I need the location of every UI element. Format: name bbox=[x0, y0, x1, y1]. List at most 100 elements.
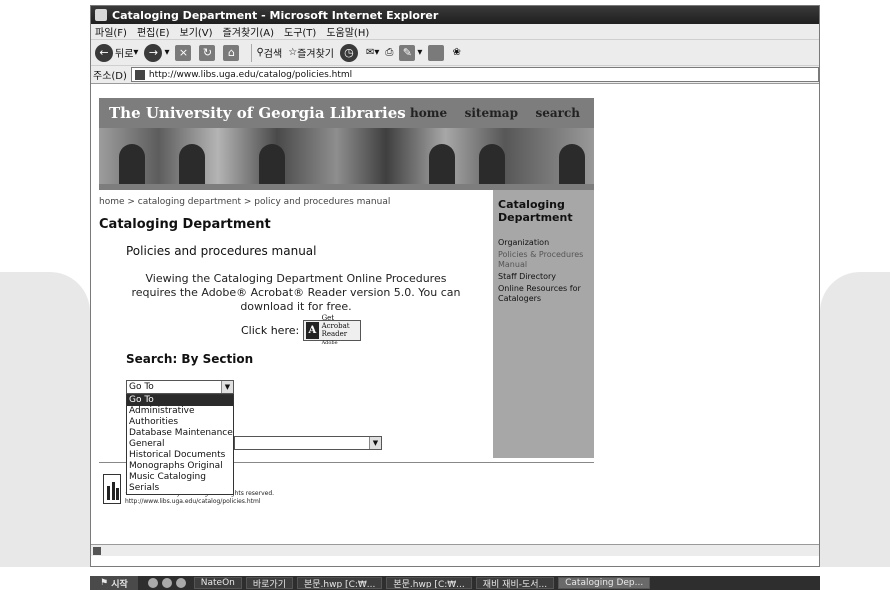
nav-sitemap-link[interactable]: sitemap bbox=[465, 106, 518, 120]
dropdown-option[interactable]: Authorities bbox=[127, 417, 233, 428]
menu-favorites[interactable]: 즐겨찾기(A) bbox=[223, 24, 274, 39]
badge-maker: Adobe bbox=[321, 340, 338, 346]
staff-photo-banner bbox=[99, 128, 594, 184]
sidebar-title: Cataloging Department bbox=[498, 198, 573, 224]
task-hwp-2[interactable]: 본문.hwp [C:₩... bbox=[386, 577, 472, 589]
discuss-icon bbox=[428, 44, 445, 61]
task-hwp-1[interactable]: 본문.hwp [C:₩... bbox=[297, 577, 383, 589]
library-title: The University of Georgia Libraries bbox=[109, 104, 406, 122]
dropdown-option[interactable]: Database Maintenance bbox=[127, 428, 233, 439]
menu-file[interactable]: 파일(F) bbox=[95, 24, 127, 39]
start-button[interactable]: ⚑ 시작 bbox=[90, 576, 138, 590]
toolbar-divider bbox=[251, 43, 253, 62]
messenger-button[interactable]: ❀ bbox=[452, 47, 460, 58]
goto-dropdown-list: Go To Administrative Authorities Databas… bbox=[126, 394, 234, 495]
forward-button[interactable]: → ▾ bbox=[144, 43, 169, 62]
messenger-icon: ❀ bbox=[452, 47, 461, 58]
search-icon: ⚲ bbox=[256, 47, 264, 58]
mail-icon: ✉ bbox=[365, 47, 375, 58]
staff-figure bbox=[429, 144, 455, 184]
chevron-down-icon[interactable]: ▾ bbox=[164, 47, 169, 58]
status-bar bbox=[91, 544, 819, 556]
dropdown-option[interactable]: Historical Documents bbox=[127, 450, 233, 461]
sidebar-link-online-resources[interactable]: Online Resources for Catalogers bbox=[498, 284, 589, 304]
history-icon: ◷ bbox=[339, 43, 358, 62]
task-library[interactable]: 재비 재비-도서... bbox=[475, 577, 555, 589]
edit-button[interactable]: ✎ ▾ bbox=[399, 44, 422, 61]
sidebar-link-organization[interactable]: Organization bbox=[498, 238, 589, 248]
task-shortcut[interactable]: 바로가기 bbox=[245, 577, 293, 589]
nav-home-link[interactable]: home bbox=[410, 106, 447, 120]
sidebar-link-staff-directory[interactable]: Staff Directory bbox=[498, 272, 589, 282]
edit-icon: ✎ bbox=[399, 44, 416, 61]
badge-product: Reader bbox=[321, 330, 348, 338]
refresh-icon: ↻ bbox=[199, 44, 216, 61]
sidebar-link-policies[interactable]: Policies & Procedures Manual bbox=[498, 250, 589, 270]
history-button[interactable]: ◷ bbox=[339, 43, 360, 62]
quicklaunch-desktop-icon[interactable] bbox=[161, 578, 172, 588]
chevron-down-icon[interactable]: ▾ bbox=[133, 47, 138, 58]
menu-view[interactable]: 보기(V) bbox=[180, 24, 213, 39]
windows-logo-icon: ⚑ bbox=[100, 578, 112, 588]
left-decor-panel bbox=[0, 272, 90, 567]
goto-select-value: Go To bbox=[129, 382, 154, 392]
breadcrumb[interactable]: home > cataloging department > policy an… bbox=[99, 197, 390, 207]
quicklaunch-ie-icon[interactable] bbox=[147, 578, 158, 588]
adobe-icon: A bbox=[306, 322, 319, 339]
favorites-label: 즐겨찾기 bbox=[297, 49, 334, 60]
dropdown-option[interactable]: Monographs Original bbox=[127, 461, 233, 472]
menu-help[interactable]: 도움말(H) bbox=[326, 24, 369, 39]
menu-tools[interactable]: 도구(T) bbox=[284, 24, 316, 39]
taskbar: ⚑ 시작 NateOn 바로가기 본문.hwp [C:₩... 본문.hwp [… bbox=[90, 576, 820, 590]
discuss-button[interactable] bbox=[428, 44, 446, 61]
click-here-label: Click here: bbox=[241, 324, 300, 337]
print-button[interactable]: ⎙ bbox=[385, 47, 393, 58]
home-icon: ⌂ bbox=[223, 44, 240, 61]
section-title: Policies and procedures manual bbox=[126, 244, 317, 258]
menu-bar: 파일(F) 편집(E) 보기(V) 즐겨찾기(A) 도구(T) 도움말(H) bbox=[91, 24, 819, 40]
task-cataloging[interactable]: Cataloging Dep... bbox=[558, 577, 651, 589]
quicklaunch-media-icon[interactable] bbox=[175, 578, 186, 588]
search-button[interactable]: ⚲ 검색 bbox=[256, 45, 282, 60]
search-label: 검색 bbox=[263, 49, 283, 60]
dropdown-option[interactable]: Music Cataloging bbox=[127, 472, 233, 483]
nav-search-link[interactable]: search bbox=[535, 106, 580, 120]
footer-url: http://www.libs.uga.edu/catalog/policies… bbox=[125, 498, 261, 505]
dropdown-option[interactable]: Serials bbox=[127, 483, 233, 494]
address-bar: 주소(D) http://www.libs.uga.edu/catalog/po… bbox=[91, 66, 819, 84]
back-label: 뒤로 bbox=[115, 49, 134, 60]
ie-icon bbox=[95, 9, 107, 21]
dropdown-option[interactable]: Go To bbox=[127, 395, 233, 406]
goto-select[interactable]: Go To ▼ bbox=[126, 380, 234, 394]
browser-window: Cataloging Department - Microsoft Intern… bbox=[90, 5, 820, 567]
address-label: 주소(D) bbox=[93, 71, 127, 82]
get-acrobat-reader-button[interactable]: A Get Acrobat Reader Adobe bbox=[303, 314, 362, 346]
badge-get: Get bbox=[321, 314, 335, 322]
toolbar: ← 뒤로 ▾ → ▾ × ↻ ⌂ ⚲ 검색 ☆ 즐겨찾기 ◷ ✉ ▾ ⎙ ✎ ▾ ❀ bbox=[91, 40, 819, 66]
secondary-select[interactable]: ▼ bbox=[234, 436, 382, 450]
menu-edit[interactable]: 편집(E) bbox=[137, 24, 170, 39]
dropdown-option[interactable]: Administrative bbox=[127, 406, 233, 417]
favorites-button[interactable]: ☆ 즐겨찾기 bbox=[288, 45, 334, 60]
page-title: Cataloging Department bbox=[99, 217, 271, 232]
task-nateon[interactable]: NateOn bbox=[193, 577, 242, 589]
search-heading: Search: By Section bbox=[126, 352, 254, 366]
forward-arrow-icon: → bbox=[144, 43, 163, 62]
staff-figure bbox=[119, 144, 145, 184]
window-title: Cataloging Department - Microsoft Intern… bbox=[112, 8, 439, 22]
dropdown-option[interactable]: General bbox=[127, 439, 233, 450]
back-button[interactable]: ← 뒤로 ▾ bbox=[95, 43, 138, 62]
start-label: 시작 bbox=[111, 579, 128, 590]
mail-button[interactable]: ✉ ▾ bbox=[366, 47, 379, 58]
address-url: http://www.libs.uga.edu/catalog/policies… bbox=[148, 69, 353, 80]
chevron-down-icon[interactable]: ▼ bbox=[369, 437, 381, 449]
staff-figure bbox=[179, 144, 205, 184]
right-decor-panel bbox=[820, 272, 890, 567]
home-button[interactable]: ⌂ bbox=[223, 44, 241, 61]
department-sidebar: Cataloging Department Organization Polic… bbox=[493, 190, 594, 458]
chevron-down-icon[interactable]: ▼ bbox=[221, 381, 233, 393]
address-input[interactable]: http://www.libs.uga.edu/catalog/policies… bbox=[130, 67, 819, 82]
stop-button[interactable]: × bbox=[175, 44, 193, 61]
refresh-button[interactable]: ↻ bbox=[199, 44, 217, 61]
staff-figure bbox=[479, 144, 505, 184]
